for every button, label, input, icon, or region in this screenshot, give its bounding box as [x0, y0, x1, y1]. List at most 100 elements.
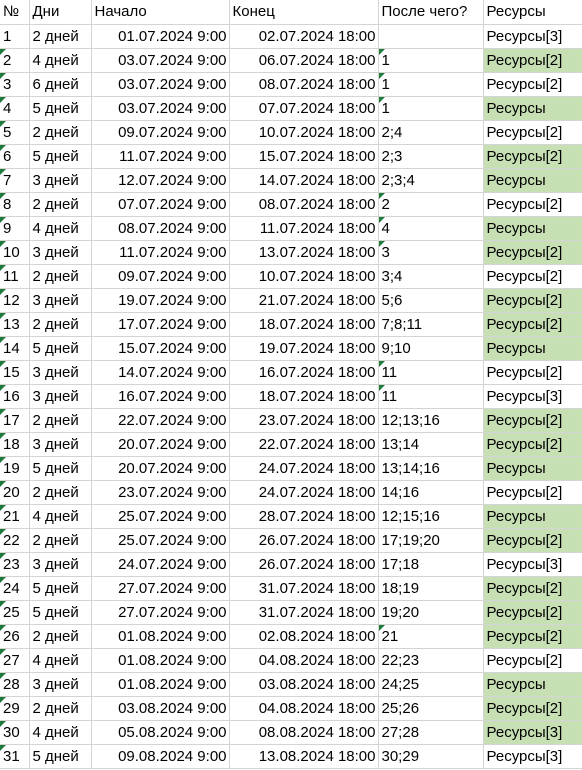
cell-resources[interactable]: Ресурсы [483, 504, 582, 529]
cell-days[interactable]: 4 дней [29, 216, 92, 241]
cell-days[interactable]: 3 дней [29, 384, 92, 409]
cell-resources[interactable]: Ресурсы[3] [483, 720, 582, 745]
cell-after[interactable] [378, 24, 484, 49]
cell-num[interactable]: 1 [0, 24, 30, 49]
cell-start[interactable]: 22.07.2024 9:00 [91, 408, 230, 433]
cell-start[interactable]: 27.07.2024 9:00 [91, 600, 230, 625]
cell-after[interactable]: 3;4 [378, 264, 484, 289]
cell-days[interactable]: 4 дней [29, 648, 92, 673]
cell-after[interactable]: 22;23 [378, 648, 484, 673]
cell-days[interactable]: 4 дней [29, 504, 92, 529]
cell-after[interactable]: 2;3;4 [378, 168, 484, 193]
cell-end[interactable]: 10.07.2024 18:00 [229, 120, 379, 145]
cell-num[interactable]: 21 [0, 504, 30, 529]
cell-resources[interactable]: Ресурсы[2] [483, 360, 582, 385]
cell-num[interactable]: 15 [0, 360, 30, 385]
cell-days[interactable]: 5 дней [29, 456, 92, 481]
cell-num[interactable]: 12 [0, 288, 30, 313]
cell-num[interactable]: 11 [0, 264, 30, 289]
cell-num[interactable]: 5 [0, 120, 30, 145]
cell-num[interactable]: 2 [0, 48, 30, 73]
cell-resources[interactable]: Ресурсы[2] [483, 528, 582, 553]
cell-end[interactable]: 03.08.2024 18:00 [229, 672, 379, 697]
cell-resources[interactable]: Ресурсы[2] [483, 576, 582, 601]
cell-num[interactable]: 10 [0, 240, 30, 265]
cell-num[interactable]: 17 [0, 408, 30, 433]
cell-after[interactable]: 17;19;20 [378, 528, 484, 553]
cell-start[interactable]: 23.07.2024 9:00 [91, 480, 230, 505]
cell-start[interactable]: 12.07.2024 9:00 [91, 168, 230, 193]
cell-end[interactable]: 21.07.2024 18:00 [229, 288, 379, 313]
cell-resources[interactable]: Ресурсы[2] [483, 312, 582, 337]
cell-after[interactable]: 13;14;16 [378, 456, 484, 481]
cell-days[interactable]: 5 дней [29, 600, 92, 625]
cell-start[interactable]: 05.08.2024 9:00 [91, 720, 230, 745]
cell-days[interactable]: 4 дней [29, 48, 92, 73]
cell-num[interactable]: 16 [0, 384, 30, 409]
cell-resources[interactable]: Ресурсы[2] [483, 288, 582, 313]
cell-after[interactable]: 30;29 [378, 744, 484, 769]
cell-after[interactable]: 24;25 [378, 672, 484, 697]
cell-end[interactable]: 26.07.2024 18:00 [229, 552, 379, 577]
cell-days[interactable]: 2 дней [29, 408, 92, 433]
cell-end[interactable]: 06.07.2024 18:00 [229, 48, 379, 73]
cell-resources[interactable]: Ресурсы[2] [483, 240, 582, 265]
cell-resources[interactable]: Ресурсы[2] [483, 432, 582, 457]
cell-days[interactable]: 3 дней [29, 552, 92, 577]
cell-after[interactable]: 4 [378, 216, 484, 241]
cell-end[interactable]: 19.07.2024 18:00 [229, 336, 379, 361]
cell-resources[interactable]: Ресурсы[2] [483, 120, 582, 145]
cell-start[interactable]: 09.07.2024 9:00 [91, 264, 230, 289]
cell-end[interactable]: 14.07.2024 18:00 [229, 168, 379, 193]
cell-start[interactable]: 08.07.2024 9:00 [91, 216, 230, 241]
cell-end[interactable]: 07.07.2024 18:00 [229, 96, 379, 121]
cell-start[interactable]: 25.07.2024 9:00 [91, 528, 230, 553]
cell-num[interactable]: 22 [0, 528, 30, 553]
cell-resources[interactable]: Ресурсы[3] [483, 744, 582, 769]
cell-end[interactable]: 04.08.2024 18:00 [229, 696, 379, 721]
cell-end[interactable]: 08.08.2024 18:00 [229, 720, 379, 745]
cell-days[interactable]: 2 дней [29, 120, 92, 145]
cell-num[interactable]: 8 [0, 192, 30, 217]
cell-start[interactable]: 17.07.2024 9:00 [91, 312, 230, 337]
cell-resources[interactable]: Ресурсы[2] [483, 696, 582, 721]
cell-end[interactable]: 13.07.2024 18:00 [229, 240, 379, 265]
cell-after[interactable]: 3 [378, 240, 484, 265]
header-days[interactable]: Дни [29, 0, 92, 25]
cell-end[interactable]: 02.07.2024 18:00 [229, 24, 379, 49]
cell-days[interactable]: 2 дней [29, 624, 92, 649]
cell-resources[interactable]: Ресурсы [483, 456, 582, 481]
cell-end[interactable]: 31.07.2024 18:00 [229, 576, 379, 601]
cell-after[interactable]: 21 [378, 624, 484, 649]
cell-end[interactable]: 28.07.2024 18:00 [229, 504, 379, 529]
cell-start[interactable]: 01.07.2024 9:00 [91, 24, 230, 49]
cell-after[interactable]: 18;19 [378, 576, 484, 601]
cell-days[interactable]: 2 дней [29, 480, 92, 505]
cell-resources[interactable]: Ресурсы[2] [483, 648, 582, 673]
cell-after[interactable]: 27;28 [378, 720, 484, 745]
cell-start[interactable]: 03.07.2024 9:00 [91, 48, 230, 73]
cell-resources[interactable]: Ресурсы[3] [483, 384, 582, 409]
cell-days[interactable]: 6 дней [29, 72, 92, 97]
cell-after[interactable]: 1 [378, 72, 484, 97]
cell-end[interactable]: 24.07.2024 18:00 [229, 480, 379, 505]
cell-start[interactable]: 16.07.2024 9:00 [91, 384, 230, 409]
header-after[interactable]: После чего? [378, 0, 484, 25]
cell-days[interactable]: 5 дней [29, 336, 92, 361]
cell-after[interactable]: 1 [378, 96, 484, 121]
cell-after[interactable]: 5;6 [378, 288, 484, 313]
cell-num[interactable]: 25 [0, 600, 30, 625]
cell-after[interactable]: 7;8;11 [378, 312, 484, 337]
cell-start[interactable]: 24.07.2024 9:00 [91, 552, 230, 577]
cell-days[interactable]: 3 дней [29, 168, 92, 193]
cell-resources[interactable]: Ресурсы[2] [483, 72, 582, 97]
cell-resources[interactable]: Ресурсы[2] [483, 48, 582, 73]
header-resources[interactable]: Ресурсы [483, 0, 582, 25]
cell-end[interactable]: 15.07.2024 18:00 [229, 144, 379, 169]
cell-end[interactable]: 26.07.2024 18:00 [229, 528, 379, 553]
cell-start[interactable]: 20.07.2024 9:00 [91, 456, 230, 481]
cell-end[interactable]: 16.07.2024 18:00 [229, 360, 379, 385]
cell-start[interactable]: 09.07.2024 9:00 [91, 120, 230, 145]
cell-days[interactable]: 3 дней [29, 288, 92, 313]
cell-after[interactable]: 1 [378, 48, 484, 73]
